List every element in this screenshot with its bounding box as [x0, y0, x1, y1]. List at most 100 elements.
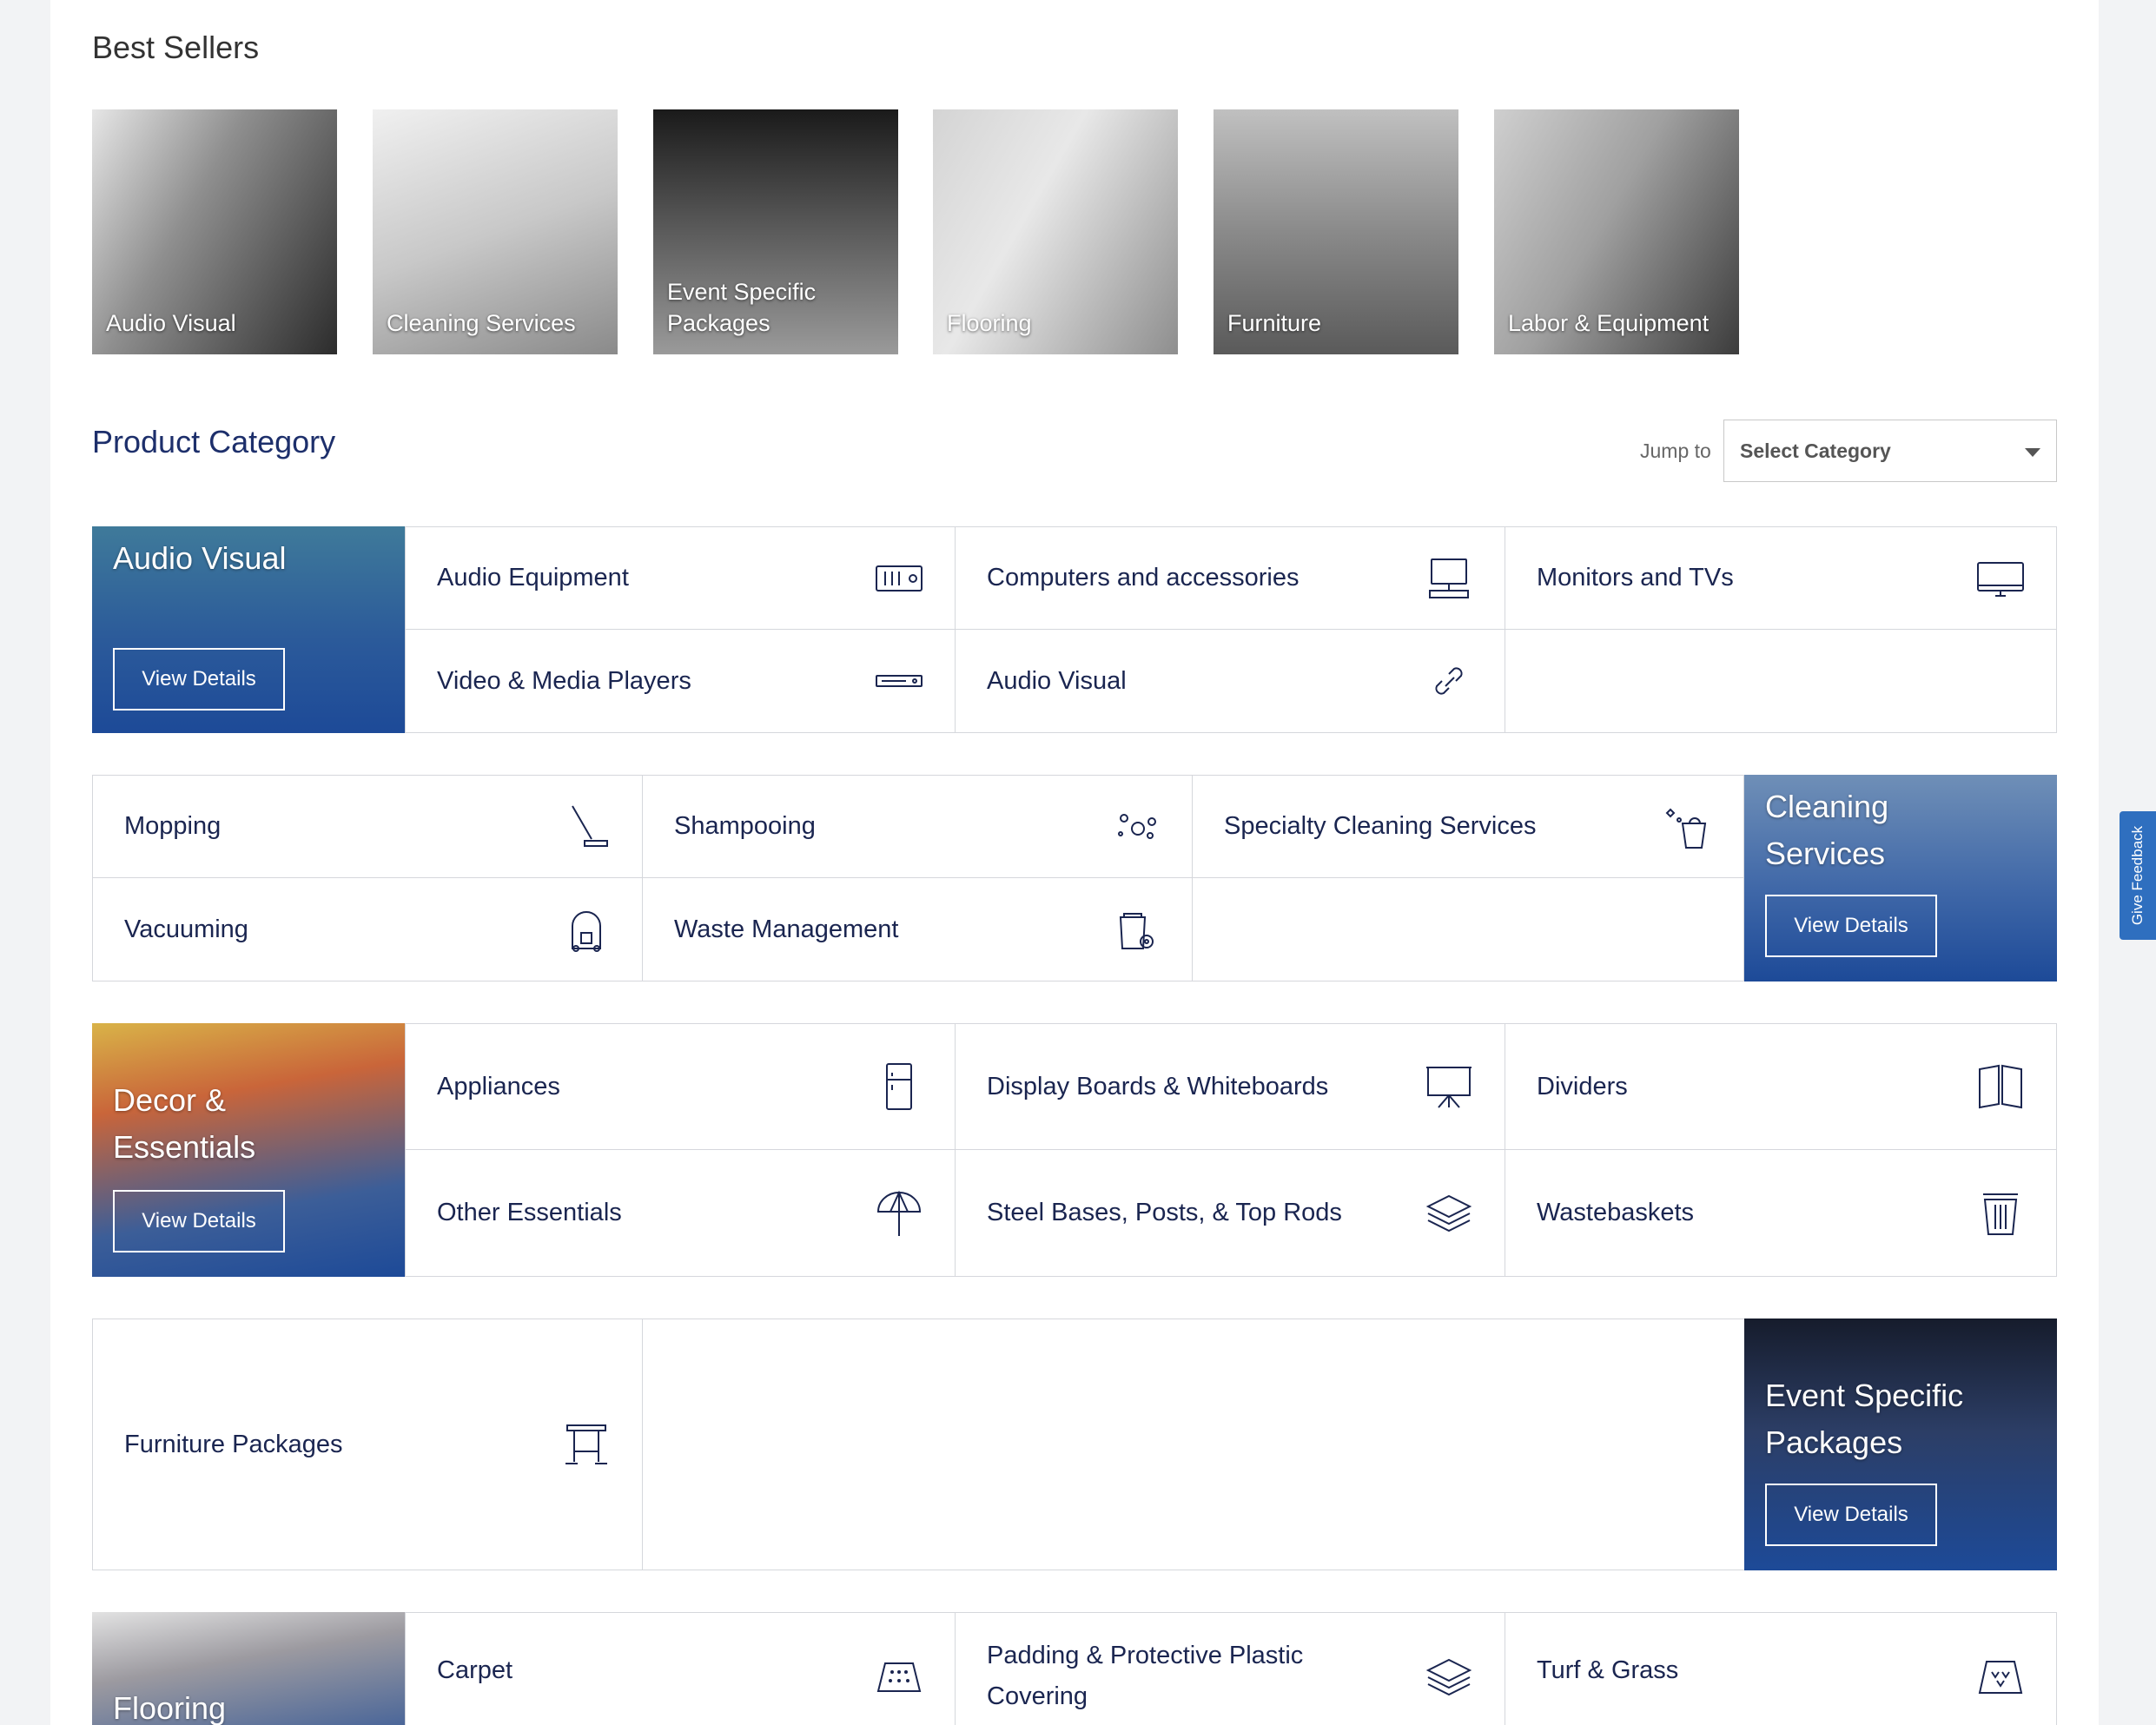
category-item-monitors-tvs[interactable]: Monitors and TVs [1505, 526, 2057, 630]
category-item-carpet[interactable]: Carpet [405, 1612, 956, 1725]
view-details-button[interactable]: View Details [1765, 1484, 1937, 1546]
category-item-label: Waste Management [674, 915, 899, 943]
category-item-furniture-packages[interactable]: Furniture Packages [92, 1319, 643, 1570]
best-seller-label: Flooring [947, 310, 1032, 336]
category-item-label: Appliances [437, 1072, 560, 1100]
promo-event-packages: Event Specific Packages View Details [1744, 1319, 2057, 1570]
best-seller-tile-event-packages[interactable]: Event Specific Packages [653, 109, 898, 354]
best-sellers-title: Best Sellers [92, 30, 260, 65]
category-item-video-media-players[interactable]: Video & Media Players [405, 629, 956, 733]
category-item-label: Dividers [1537, 1072, 1628, 1100]
category-item-computers[interactable]: Computers and accessories [955, 526, 1505, 630]
cleaning-bucket-icon [1663, 803, 1712, 851]
chevron-down-icon [2025, 448, 2040, 457]
monitor-icon [1976, 554, 2025, 603]
page-content: Best Sellers Audio Visual Cleaning Servi… [50, 0, 2099, 1725]
category-select[interactable]: Select Category [1723, 420, 2057, 482]
best-seller-label: Event Specific Packages [667, 279, 817, 336]
category-item-wastebaskets[interactable]: Wastebaskets [1505, 1149, 2057, 1277]
category-item-label: Other Essentials [437, 1199, 622, 1226]
vacuum-icon [562, 905, 611, 954]
category-item-label: Vacuuming [124, 915, 248, 943]
carpet-icon [875, 1653, 923, 1702]
category-item-label: Audio Visual [987, 666, 1127, 695]
category-item-label: Padding & Protective Plastic Covering [987, 1642, 1304, 1710]
promo-title: Cleaning Services [1765, 789, 1889, 871]
promo-title: Decor & Essentials [113, 1082, 256, 1165]
promo-title: Flooring [113, 1690, 227, 1725]
category-item-label: Steel Bases, Posts, & Top Rods [987, 1199, 1342, 1226]
category-item-padding[interactable]: Padding & Protective Plastic Covering [955, 1612, 1505, 1725]
category-item-vacuuming[interactable]: Vacuuming [92, 877, 643, 981]
promo-title: Audio Visual [113, 540, 287, 576]
promo-audio-visual: Audio Visual View Details [92, 526, 405, 733]
category-item-specialty-cleaning[interactable]: Specialty Cleaning Services [1192, 775, 1744, 878]
promo-flooring: Flooring [92, 1612, 405, 1725]
category-block-event: Furniture Packages Event Specific Packag… [92, 1319, 2057, 1570]
category-select-value: Select Category [1740, 439, 1891, 462]
promo-title: Event Specific Packages [1765, 1378, 1964, 1460]
best-seller-tile-cleaning-services[interactable]: Cleaning Services [373, 109, 618, 354]
category-item-waste-management[interactable]: Waste Management [642, 877, 1193, 981]
mixer-icon [875, 554, 923, 603]
category-item-other-essentials[interactable]: Other Essentials [405, 1149, 956, 1277]
best-seller-label: Labor & Equipment [1508, 310, 1710, 336]
best-seller-tile-flooring[interactable]: Flooring [933, 109, 1178, 354]
feedback-label: Give Feedback [2129, 825, 2146, 926]
table-icon [562, 1420, 611, 1469]
link-icon [1425, 657, 1473, 705]
bubbles-icon [1112, 803, 1161, 851]
category-item-audio-equipment[interactable]: Audio Equipment [405, 526, 956, 630]
category-block-decor: Decor & Essentials View Details Applianc… [92, 1023, 2057, 1277]
category-item-appliances[interactable]: Appliances [405, 1023, 956, 1150]
whiteboard-icon [1425, 1062, 1473, 1111]
category-item-audio-visual[interactable]: Audio Visual [955, 629, 1505, 733]
category-empty-cell [1192, 877, 1744, 981]
jump-to-label: Jump to [1640, 440, 1711, 462]
category-item-label: Monitors and TVs [1537, 564, 1734, 592]
category-item-label: Shampooing [674, 812, 816, 840]
category-item-label: Mopping [124, 812, 222, 840]
best-seller-tile-audio-visual[interactable]: Audio Visual [92, 109, 337, 354]
category-item-display-boards[interactable]: Display Boards & Whiteboards [955, 1023, 1505, 1150]
category-item-label: Video & Media Players [437, 666, 691, 695]
promo-cleaning-services: Cleaning Services View Details [1744, 775, 2057, 981]
product-category-title: Product Category [92, 424, 336, 459]
turf-icon [1976, 1653, 2025, 1702]
category-item-steel-bases[interactable]: Steel Bases, Posts, & Top Rods [955, 1149, 1505, 1277]
umbrella-icon [875, 1189, 923, 1238]
category-item-label: Wastebaskets [1537, 1199, 1695, 1226]
promo-decor-essentials: Decor & Essentials View Details [92, 1023, 405, 1277]
category-item-shampooing[interactable]: Shampooing [642, 775, 1193, 878]
media-player-icon [875, 657, 923, 705]
view-details-button[interactable]: View Details [1765, 895, 1937, 957]
view-details-button[interactable]: View Details [113, 1190, 285, 1252]
best-seller-tile-furniture[interactable]: Furniture [1214, 109, 1458, 354]
refrigerator-icon [875, 1062, 923, 1111]
best-seller-label: Cleaning Services [387, 310, 576, 336]
category-item-turf-grass[interactable]: Turf & Grass [1505, 1612, 2057, 1725]
category-item-label: Carpet [437, 1656, 513, 1684]
category-block-audio-visual: Audio Visual View Details Audio Equipmen… [92, 526, 2057, 733]
category-item-label: Specialty Cleaning Services [1224, 812, 1537, 840]
category-item-label: Display Boards & Whiteboards [987, 1072, 1329, 1100]
desktop-computer-icon [1425, 554, 1473, 603]
give-feedback-tab[interactable]: Give Feedback [2120, 811, 2156, 940]
mop-icon [562, 803, 611, 851]
category-empty-cell [642, 1319, 1745, 1570]
best-seller-tile-labor-equipment[interactable]: Labor & Equipment [1494, 109, 1739, 354]
category-block-flooring: Flooring Carpet Padding & Protective Pla… [92, 1612, 2057, 1725]
category-block-cleaning: Mopping Shampooing Specialty Cleaning Se… [92, 775, 2057, 981]
layers-icon [1425, 1189, 1473, 1238]
book-divider-icon [1976, 1062, 2025, 1111]
layers-icon [1425, 1653, 1473, 1702]
view-details-button[interactable]: View Details [113, 648, 285, 710]
category-item-label: Furniture Packages [124, 1430, 343, 1458]
category-empty-cell [1505, 629, 2057, 733]
trash-gear-icon [1112, 905, 1161, 954]
category-item-dividers[interactable]: Dividers [1505, 1023, 2057, 1150]
category-item-mopping[interactable]: Mopping [92, 775, 643, 878]
best-seller-label: Audio Visual [106, 310, 236, 336]
category-item-label: Computers and accessories [987, 564, 1300, 592]
wastebasket-icon [1976, 1189, 2025, 1238]
